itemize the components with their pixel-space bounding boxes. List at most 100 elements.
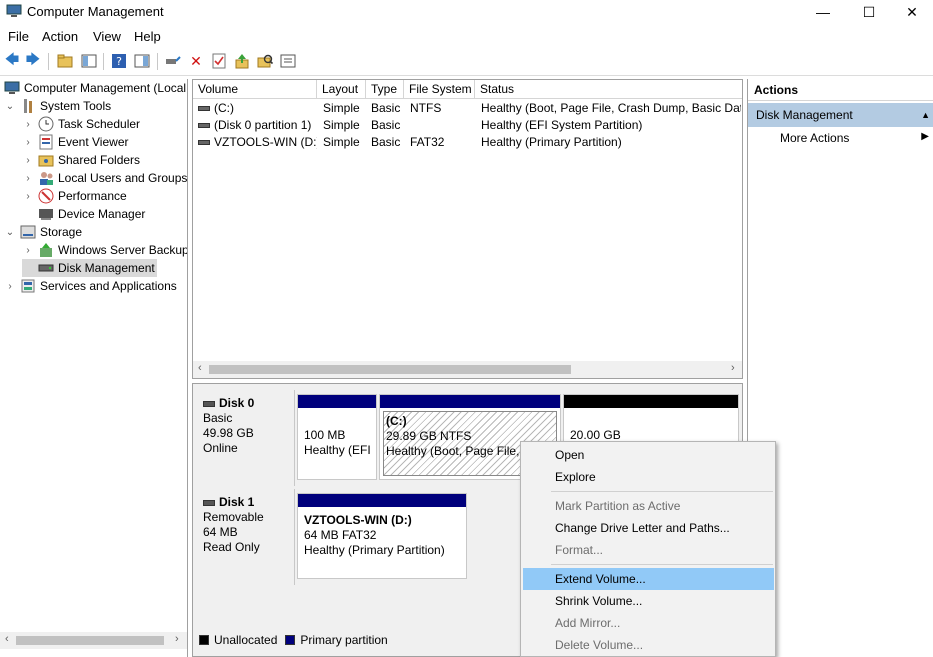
- cell-fs: NTFS: [410, 101, 442, 115]
- legend: Unallocated Primary partition: [199, 633, 388, 647]
- collapse-chevron-icon[interactable]: ›: [4, 281, 16, 292]
- settings-list-icon[interactable]: [279, 52, 297, 70]
- menu-action[interactable]: Action: [42, 29, 78, 44]
- tree-item-device-manager[interactable]: Device Manager: [22, 205, 145, 223]
- collapse-chevron-icon[interactable]: ›: [22, 155, 34, 166]
- expand-chevron-icon[interactable]: ⌄: [4, 101, 16, 112]
- services-icon: [20, 278, 36, 294]
- menu-item-change-drive-letter-and-paths[interactable]: Change Drive Letter and Paths...: [523, 517, 774, 539]
- close-button[interactable]: ✕: [889, 0, 933, 24]
- show-hide-action-pane-icon[interactable]: [133, 52, 151, 70]
- event-log-icon: [38, 134, 54, 150]
- cell-status: Healthy (Primary Partition): [481, 135, 622, 149]
- tree-item-task-scheduler[interactable]: › Task Scheduler: [22, 115, 140, 133]
- column-status[interactable]: Status: [475, 80, 742, 99]
- column-layout[interactable]: Layout: [317, 80, 366, 99]
- legend-label-unallocated: Unallocated: [214, 633, 278, 647]
- menu-view[interactable]: View: [93, 29, 121, 44]
- partition-info: 100 MB Healthy (EFI: [304, 428, 374, 458]
- window-title: Computer Management: [27, 4, 164, 19]
- table-row[interactable]: VZTOOLS-WIN (D:) Simple Basic FAT32 Healthy …: [193, 134, 742, 151]
- disk-kind: Removable: [203, 510, 264, 524]
- collapse-chevron-icon[interactable]: ›: [22, 191, 34, 202]
- cell-status: Healthy (EFI System Partition): [481, 118, 643, 132]
- column-file-system[interactable]: File System: [404, 80, 475, 99]
- column-type[interactable]: Type: [366, 80, 404, 99]
- clock-icon: [38, 116, 54, 132]
- tree-item-windows-server-backup[interactable]: › Windows Server Backup: [22, 241, 187, 259]
- partition-size: 100 MB: [304, 428, 346, 442]
- collapse-chevron-icon[interactable]: ›: [22, 137, 34, 148]
- tree-item-disk-management[interactable]: Disk Management: [22, 259, 157, 277]
- scroll-left-arrow-icon[interactable]: ‹: [198, 362, 202, 374]
- table-row[interactable]: (Disk 0 partition 1) Simple Basic Healthy (…: [193, 117, 742, 134]
- expand-chevron-icon[interactable]: ⌄: [4, 227, 16, 238]
- tree-item-label: Task Scheduler: [58, 117, 141, 131]
- menu-item-extend-volume[interactable]: Extend Volume...: [523, 568, 774, 590]
- tree-item-shared-folders[interactable]: › Shared Folders: [22, 151, 140, 169]
- volume-list-horizontal-scrollbar[interactable]: ‹ ›: [193, 361, 742, 378]
- actions-header: Actions: [748, 79, 933, 101]
- scrollbar-thumb[interactable]: [209, 365, 571, 374]
- cell-status: Healthy (Boot, Page File, Crash Dump, Ba…: [481, 101, 741, 115]
- collapse-chevron-icon[interactable]: ›: [22, 173, 34, 184]
- tree-item-system-tools[interactable]: ⌄ System Tools: [4, 97, 111, 115]
- menu-item-open[interactable]: Open: [523, 444, 774, 466]
- collapse-up-icon[interactable]: ▲: [921, 103, 930, 127]
- scroll-left-arrow-icon[interactable]: ‹: [5, 633, 9, 645]
- tree-item-event-viewer[interactable]: › Event Viewer: [22, 133, 128, 151]
- tree-item-storage[interactable]: ⌄ Storage: [4, 223, 82, 241]
- column-volume[interactable]: Volume: [193, 80, 317, 99]
- disk-label-disk-0[interactable]: Disk 0 Basic 49.98 GB Online: [195, 390, 295, 486]
- tree-item-computer-management-local[interactable]: Computer Management (Local: [4, 79, 186, 97]
- menu-file[interactable]: File: [8, 29, 29, 44]
- toolbar: 🡄 🡆 ? ✕: [0, 48, 933, 76]
- legend-swatch-unallocated: [199, 635, 209, 645]
- collapse-chevron-icon[interactable]: ›: [22, 245, 34, 256]
- cell-fs: FAT32: [410, 135, 445, 149]
- partition-type-bar: [298, 494, 466, 507]
- tree-item-performance[interactable]: › Performance: [22, 187, 127, 205]
- scroll-right-arrow-icon[interactable]: ›: [175, 633, 179, 645]
- cell-type: Basic: [371, 118, 401, 132]
- connect-icon[interactable]: [164, 52, 182, 70]
- collapse-chevron-icon[interactable]: ›: [22, 119, 34, 130]
- menu-item-shrink-volume[interactable]: Shrink Volume...: [523, 590, 774, 612]
- tree-item-label: Shared Folders: [58, 153, 141, 167]
- partition-disk-0-1[interactable]: 100 MB Healthy (EFI: [297, 394, 377, 480]
- show-hide-tree-icon[interactable]: [80, 52, 98, 70]
- cell-volume: VZTOOLS-WIN (D:): [214, 135, 317, 149]
- minimize-button[interactable]: —: [800, 0, 846, 24]
- tree-item-local-users-and-groups[interactable]: › Local Users and Groups: [22, 169, 187, 187]
- back-arrow-icon[interactable]: 🡄: [3, 51, 21, 70]
- properties-icon[interactable]: [210, 52, 228, 70]
- more-actions-item[interactable]: More Actions: [780, 131, 849, 145]
- forward-arrow-icon[interactable]: 🡆: [24, 51, 42, 70]
- tree-item-label: Event Viewer: [58, 135, 129, 149]
- tools-icon: [20, 98, 36, 114]
- partition-disk-1-1[interactable]: VZTOOLS-WIN (D:) 64 MB FAT32 Healthy (Prim…: [297, 493, 467, 579]
- tree-item-label: Local Users and Groups: [58, 171, 188, 185]
- disk-label-disk-1[interactable]: Disk 1 Removable 64 MB Read Only: [195, 489, 295, 585]
- table-row[interactable]: (C:) Simple Basic NTFS Healthy (Boot, Page F…: [193, 100, 742, 117]
- menu-item-explore[interactable]: Explore: [523, 466, 774, 488]
- maximize-button[interactable]: ☐: [846, 0, 892, 24]
- legend-label-primary: Primary partition: [300, 633, 388, 647]
- up-folder-icon[interactable]: [56, 52, 74, 70]
- export-list-icon[interactable]: [233, 52, 251, 70]
- scrollbar-thumb[interactable]: [16, 636, 164, 645]
- cell-type: Basic: [371, 101, 401, 115]
- search-folder-icon[interactable]: [256, 52, 274, 70]
- tree-horizontal-scrollbar[interactable]: ‹ ›: [0, 632, 187, 649]
- cell-volume: (Disk 0 partition 1): [214, 118, 312, 132]
- scroll-right-arrow-icon[interactable]: ›: [731, 362, 735, 374]
- delete-icon[interactable]: ✕: [187, 52, 205, 70]
- cell-layout: Simple: [323, 135, 360, 149]
- device-manager-icon: [38, 206, 54, 222]
- actions-section-disk-management[interactable]: Disk Management ▲: [748, 103, 933, 127]
- tree-item-services-and-applications[interactable]: › Services and Applications: [4, 277, 176, 295]
- help-icon[interactable]: ?: [110, 52, 128, 70]
- tree-item-label: Storage: [40, 225, 83, 239]
- submenu-arrow-icon[interactable]: ▶: [921, 131, 929, 142]
- menu-help[interactable]: Help: [134, 29, 161, 44]
